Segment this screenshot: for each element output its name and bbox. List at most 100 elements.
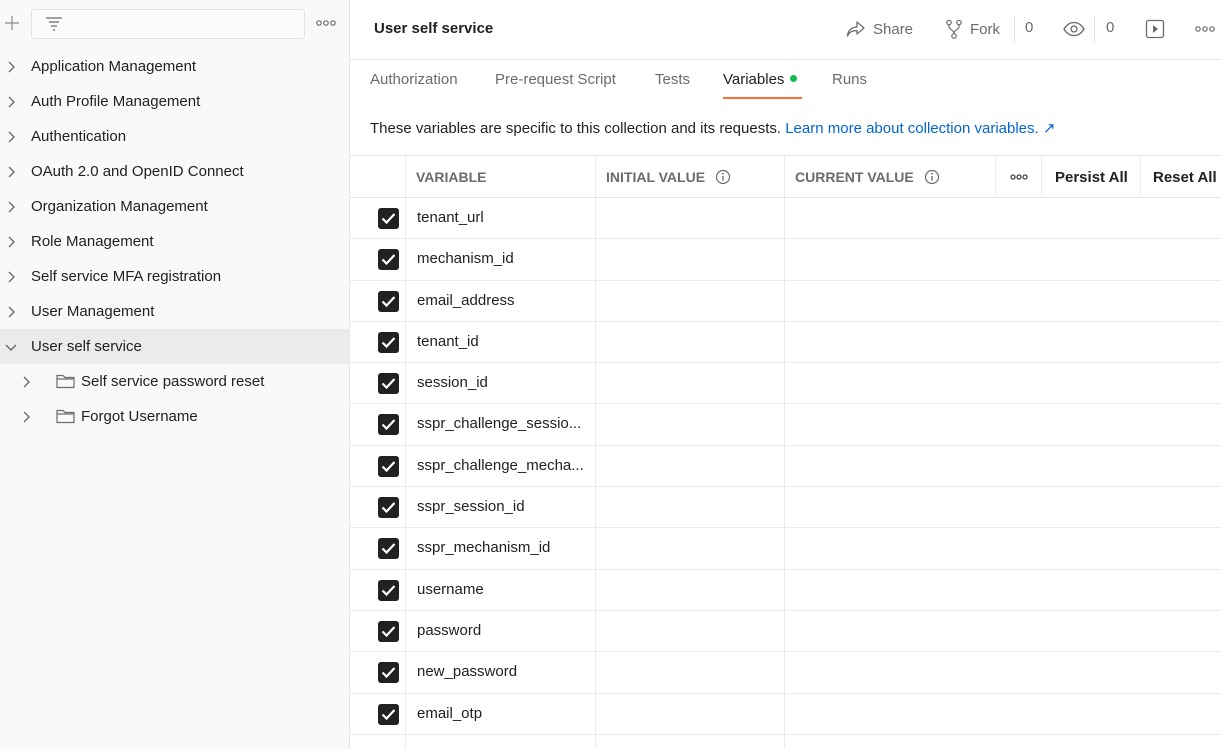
fork-button[interactable]: Fork xyxy=(945,18,1000,40)
tree-item-self-service-password-reset[interactable]: Self service password reset xyxy=(0,364,349,399)
variable-cell[interactable]: email_otp xyxy=(406,693,596,734)
table-more-options[interactable] xyxy=(996,156,1042,197)
row-check-cell xyxy=(350,487,406,528)
more-options-button[interactable] xyxy=(1194,18,1221,40)
run-button[interactable] xyxy=(1145,18,1172,40)
chevron-right-icon[interactable] xyxy=(5,200,17,213)
chevron-right-icon[interactable] xyxy=(5,130,17,143)
variable-cell[interactable]: sspr_session_id xyxy=(406,487,596,528)
initial-value-cell[interactable] xyxy=(596,569,785,610)
initial-value-cell[interactable] xyxy=(596,445,785,487)
tree-item-role-management[interactable]: Role Management xyxy=(0,224,349,259)
tab-authorization[interactable]: Authorization xyxy=(370,71,458,88)
tab-tests[interactable]: Tests xyxy=(655,71,690,88)
current-value-cell[interactable] xyxy=(785,198,1221,238)
learn-more-link[interactable]: Learn more about collection variables. ↗ xyxy=(785,120,1055,137)
tree-item-organization-management[interactable]: Organization Management xyxy=(0,189,349,224)
add-variable-row[interactable] xyxy=(350,734,1221,749)
tree-item-application-management[interactable]: Application Management xyxy=(0,49,349,84)
initial-value-cell[interactable] xyxy=(596,693,785,734)
initial-value-cell[interactable] xyxy=(596,239,785,280)
variable-cell[interactable]: sspr_mechanism_id xyxy=(406,528,596,569)
initial-value-cell[interactable] xyxy=(596,487,785,528)
current-value-cell[interactable] xyxy=(785,239,1221,279)
current-value-cell[interactable] xyxy=(785,322,1221,362)
current-value-cell[interactable] xyxy=(785,404,1221,444)
info-icon[interactable] xyxy=(924,169,940,185)
chevron-right-icon[interactable] xyxy=(5,235,17,248)
tree-item-forgot-username[interactable]: Forgot Username xyxy=(0,399,349,434)
share-button[interactable]: Share xyxy=(846,18,913,40)
enabled-checkbox[interactable] xyxy=(378,290,399,312)
tab-runs[interactable]: Runs xyxy=(832,71,867,88)
tree-item-authentication[interactable]: Authentication xyxy=(0,119,349,154)
variable-cell[interactable]: sspr_challenge_mecha... xyxy=(406,445,596,487)
enabled-checkbox[interactable] xyxy=(378,662,399,684)
current-value-cell[interactable] xyxy=(785,446,1221,486)
variable-cell[interactable]: sspr_challenge_sessio... xyxy=(406,404,596,445)
plus-icon[interactable] xyxy=(3,14,21,32)
initial-value-cell[interactable] xyxy=(596,198,785,239)
current-value-cell[interactable] xyxy=(785,652,1221,692)
variable-cell[interactable]: new_password xyxy=(406,652,596,693)
tree-item-user-management[interactable]: User Management xyxy=(0,294,349,329)
fork-icon xyxy=(946,19,962,39)
enabled-checkbox[interactable] xyxy=(378,497,399,519)
initial-value-cell[interactable] xyxy=(596,652,785,693)
current-value-cell[interactable] xyxy=(785,528,1221,568)
current-value-cell[interactable] xyxy=(785,487,1221,527)
tree-item-user-self-service[interactable]: User self service xyxy=(0,329,349,364)
chevron-right-icon[interactable] xyxy=(20,410,32,423)
chevron-right-icon[interactable] xyxy=(5,165,17,178)
info-icon[interactable] xyxy=(715,169,731,185)
current-value-cell[interactable] xyxy=(785,363,1221,403)
chevron-right-icon[interactable] xyxy=(5,60,17,73)
tab-variables[interactable]: Variables xyxy=(723,71,798,88)
persist-all-button[interactable]: Persist All xyxy=(1042,156,1141,197)
variable-cell[interactable]: email_address xyxy=(406,280,596,321)
enabled-checkbox[interactable] xyxy=(378,414,399,436)
current-value-cell[interactable] xyxy=(785,611,1221,651)
more-options-icon[interactable] xyxy=(315,14,337,32)
tree-item-label: Forgot Username xyxy=(81,408,198,425)
fork-count[interactable]: 0 xyxy=(1025,19,1033,36)
enabled-checkbox[interactable] xyxy=(378,703,399,725)
chevron-right-icon[interactable] xyxy=(5,270,17,283)
chevron-right-icon[interactable] xyxy=(5,305,17,318)
current-value-cell[interactable] xyxy=(785,694,1221,734)
tab-pre-request-script[interactable]: Pre-request Script xyxy=(495,71,616,88)
current-value-cell[interactable] xyxy=(785,281,1221,321)
enabled-checkbox[interactable] xyxy=(378,620,399,642)
variable-cell[interactable]: mechanism_id xyxy=(406,239,596,280)
variable-cell[interactable]: tenant_url xyxy=(406,198,596,239)
enabled-checkbox[interactable] xyxy=(378,373,399,395)
watch-button[interactable] xyxy=(1063,18,1092,40)
enabled-checkbox[interactable] xyxy=(378,331,399,353)
initial-value-cell[interactable] xyxy=(596,363,785,404)
variable-cell[interactable]: tenant_id xyxy=(406,321,596,363)
variable-cell[interactable]: session_id xyxy=(406,363,596,404)
current-value-cell[interactable] xyxy=(785,570,1221,610)
variable-cell[interactable]: username xyxy=(406,569,596,610)
chevron-right-icon[interactable] xyxy=(5,95,17,108)
variable-cell[interactable]: password xyxy=(406,610,596,652)
initial-value-cell[interactable] xyxy=(596,528,785,569)
enabled-checkbox[interactable] xyxy=(378,455,399,477)
watch-count[interactable]: 0 xyxy=(1106,19,1114,36)
initial-value-cell[interactable] xyxy=(596,280,785,321)
tree-item-self-service-mfa[interactable]: Self service MFA registration xyxy=(0,259,349,294)
enabled-checkbox[interactable] xyxy=(378,249,399,271)
initial-value-cell[interactable] xyxy=(596,610,785,652)
chevron-down-icon[interactable] xyxy=(5,340,17,352)
enabled-checkbox[interactable] xyxy=(378,579,399,601)
chevron-right-icon[interactable] xyxy=(20,375,32,388)
tree-item-auth-profile-management[interactable]: Auth Profile Management xyxy=(0,84,349,119)
initial-value-cell[interactable] xyxy=(596,321,785,363)
enabled-checkbox[interactable] xyxy=(378,208,399,229)
enabled-checkbox[interactable] xyxy=(378,538,399,560)
tree-item-label: Authentication xyxy=(31,128,127,145)
reset-all-button[interactable]: Reset All xyxy=(1141,156,1221,197)
tree-item-oauth-openid[interactable]: OAuth 2.0 and OpenID Connect xyxy=(0,154,349,189)
initial-value-cell[interactable] xyxy=(596,404,785,445)
filter-input[interactable] xyxy=(31,9,305,39)
